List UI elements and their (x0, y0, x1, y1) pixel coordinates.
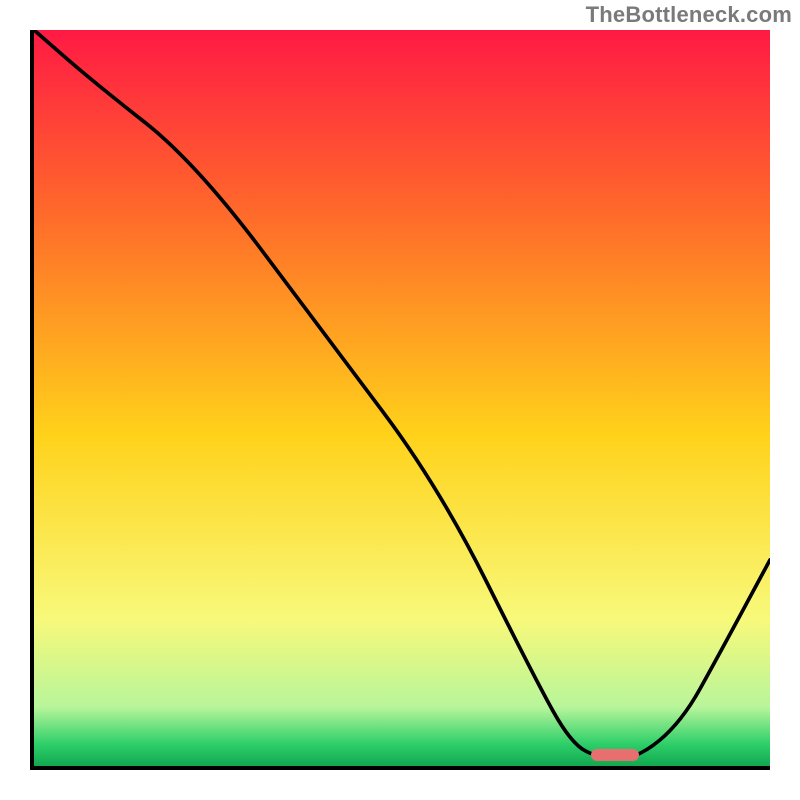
plot-area (30, 30, 770, 770)
chart-container: TheBottleneck.com (0, 0, 800, 800)
optimal-marker (591, 749, 639, 761)
watermark-text: TheBottleneck.com (586, 2, 792, 28)
background-gradient (34, 30, 770, 766)
